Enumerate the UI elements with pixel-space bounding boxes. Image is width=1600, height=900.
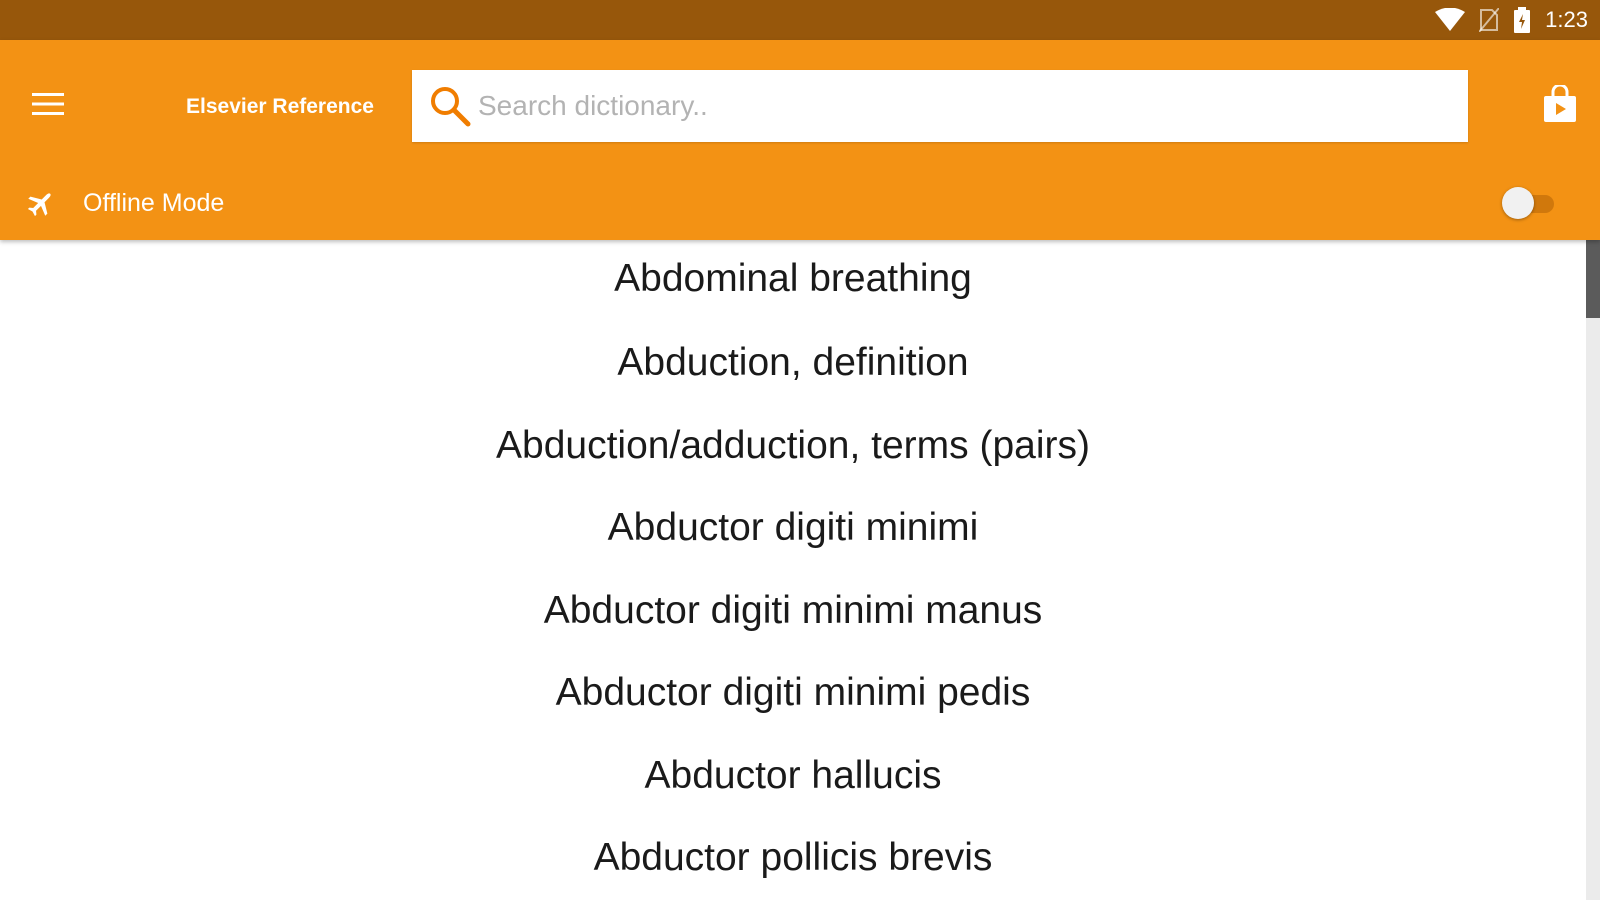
list-item[interactable]: Abduction, definition — [0, 322, 1586, 405]
no-sim-icon — [1479, 8, 1500, 32]
status-time: 1:23 — [1545, 7, 1588, 32]
offline-mode-toggle[interactable] — [1502, 186, 1554, 220]
list-item[interactable]: Abductor digiti minimi pedis — [0, 652, 1586, 735]
list-item[interactable]: Abdominal breathing — [0, 240, 1586, 322]
menu-button[interactable] — [24, 82, 72, 130]
app-bar: Elsevier Reference Search dictionary.. O… — [0, 40, 1600, 240]
offline-mode-row: Offline Mode — [0, 180, 1600, 226]
shopping-bag-icon — [1543, 83, 1577, 128]
app-screen: 1:23 Elsevier Reference Search dictionar… — [0, 0, 1600, 900]
hamburger-menu-icon — [32, 92, 64, 121]
scrollbar-thumb[interactable] — [1586, 240, 1600, 318]
app-title: Elsevier Reference — [186, 95, 374, 118]
toggle-thumb — [1502, 187, 1534, 219]
battery-icon — [1513, 7, 1531, 33]
wifi-icon — [1435, 8, 1466, 32]
store-button[interactable] — [1536, 82, 1584, 130]
airplane-icon — [26, 188, 56, 218]
list-item[interactable]: Abduction/adduction, terms (pairs) — [0, 405, 1586, 488]
offline-mode-label: Offline Mode — [83, 189, 225, 217]
list-item[interactable]: Abductor digiti minimi manus — [0, 570, 1586, 653]
status-icons: 1:23 — [1435, 6, 1588, 34]
term-list: Abdominal breathing Abduction, definitio… — [0, 240, 1586, 900]
list-item[interactable]: Abductor digiti minimi — [0, 487, 1586, 570]
list-item[interactable]: Abductor hallucis — [0, 735, 1586, 818]
search-icon — [428, 84, 472, 128]
status-bar: 1:23 — [0, 0, 1600, 40]
list-item[interactable]: Abductor pollicis brevis — [0, 817, 1586, 900]
search-box[interactable] — [412, 70, 1468, 142]
search-input[interactable] — [478, 70, 1448, 142]
scrollbar[interactable] — [1586, 240, 1600, 900]
